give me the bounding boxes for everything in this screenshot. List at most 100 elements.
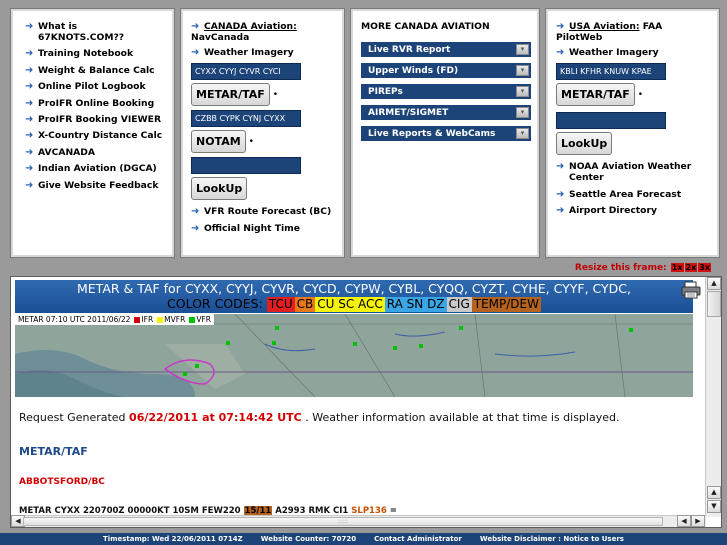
link-proifr-booking-viewer[interactable]: ➜ ProIFR Booking VIEWER (25, 114, 164, 125)
right-arrow-icon: ➜ (191, 222, 200, 234)
legend-ifr: IFR (141, 315, 154, 324)
link-weight-balance-calc[interactable]: ➜ Weight & Balance Calc (25, 65, 164, 76)
right-arrow-icon: ➜ (25, 21, 34, 32)
link-online-pilot-logbook[interactable]: ➜ Online Pilot Logbook (25, 81, 164, 92)
usa-aviation-panel: ➜ USA Aviation: FAA PilotWeb ➜ Weather Ima… (545, 8, 720, 258)
link-indian-aviation[interactable]: ➜ Indian Aviation (DGCA) (25, 163, 164, 174)
select-live-reports-webcams[interactable]: Live Reports & WebCams ▾ (361, 126, 531, 141)
request-datetime: 06/22/2011 at 07:14:42 UTC (129, 411, 302, 424)
link-give-feedback[interactable]: ➜ Give Website Feedback (25, 180, 164, 191)
select-airmet-sigmet[interactable]: AIRMET/SIGMET ▾ (361, 105, 531, 120)
link-weather-imagery-canada[interactable]: ➜ Weather Imagery (191, 47, 334, 58)
link-noaa-aviation-weather[interactable]: ➜ NOAA Aviation Weather Center (556, 161, 709, 183)
link-proifr-online-booking[interactable]: ➜ ProIFR Online Booking (25, 98, 164, 109)
chevron-down-icon: ▾ (516, 107, 529, 118)
usa-metar-input[interactable] (556, 63, 666, 81)
link-usa-aviation[interactable]: ➜ USA Aviation: FAA (556, 21, 709, 32)
vfr-swatch (189, 316, 196, 323)
scroll-up-icon[interactable]: ▲ (707, 486, 721, 499)
canada-aviation-panel: ➜ CANADA Aviation: NavCanada ➜ Weather Ima… (180, 8, 345, 258)
more-canada-aviation-panel: MORE CANADA AVIATION Live RVR Report ▾ Up… (350, 8, 540, 258)
right-arrow-icon: ➜ (25, 130, 34, 142)
weather-report-frame: METAR & TAF for CYXX, CYYJ, CYVR, CYCD, … (10, 276, 722, 528)
map-legend: METAR 07:10 UTC 2011/06/22 IFR MVFR VFR (15, 314, 214, 325)
usa-lookup-button[interactable]: LookUp (556, 132, 613, 156)
footer-timestamp: Timestamp: Wed 22/06/2011 0714Z (103, 535, 243, 543)
select-live-rvr-report[interactable]: Live RVR Report ▾ (361, 42, 531, 57)
code-cb: CB (294, 297, 316, 312)
printer-icon[interactable] (681, 281, 701, 299)
chevron-down-icon: ▾ (516, 44, 529, 55)
footer-disclaimer-link[interactable]: Website Disclaimer : Notice to Users (480, 535, 624, 543)
usa-metar-taf-button[interactable]: METAR/TAF (556, 83, 635, 107)
canada-notam-button[interactable]: NOTAM (191, 130, 246, 154)
request-generated-line: Request Generated 06/22/2011 at 07:14:42… (19, 411, 620, 424)
usa-lookup-input[interactable] (556, 112, 666, 130)
horizontal-scrollbar[interactable]: ◀ ::::: ◀ ▶ (11, 515, 706, 527)
report-banner: METAR & TAF for CYXX, CYYJ, CYVR, CYCD, … (15, 280, 693, 313)
link-vfr-route-forecast[interactable]: ➜ VFR Route Forecast (BC) (191, 206, 334, 217)
color-codes-label: COLOR CODES: (167, 296, 263, 311)
select-pireps[interactable]: PIREPs ▾ (361, 84, 531, 99)
link-xcountry-distance-calc[interactable]: ➜ X-Country Distance Calc (25, 130, 164, 141)
right-arrow-icon: ➜ (25, 48, 34, 60)
right-arrow-icon: ➜ (25, 163, 34, 175)
footer-counter: Website Counter: 70720 (260, 535, 357, 543)
scroll-right-icon[interactable]: ▶ (691, 515, 705, 527)
right-arrow-icon: ➜ (25, 64, 34, 76)
link-seattle-area-forecast[interactable]: ➜ Seattle Area Forecast (556, 189, 709, 200)
resize-frame-row: Resize this frame: 1x 2x 3x (0, 263, 727, 275)
ifr-swatch (134, 316, 141, 323)
canada-metar-input[interactable] (191, 63, 301, 81)
color-codes-row: COLOR CODES: TCU CB CU SC ACC RA SN DZ CIG TE… (15, 296, 693, 312)
right-arrow-icon: ➜ (556, 47, 565, 58)
right-arrow-icon: ➜ (556, 205, 565, 217)
chevron-down-icon: ▾ (516, 86, 529, 97)
link-canada-aviation[interactable]: ➜ CANADA Aviation: (191, 21, 334, 32)
scroll-left-icon[interactable]: ◀ (677, 515, 691, 527)
link-official-night-time[interactable]: ➜ Official Night Time (191, 223, 334, 234)
link-what-is-67knots[interactable]: ➜ What is 67KNOTS.COM?? (25, 21, 164, 43)
report-title: METAR & TAF for CYXX, CYYJ, CYVR, CYCD, … (77, 281, 631, 296)
station-name: ABBOTSFORD/BC (19, 477, 105, 487)
scroll-down-icon[interactable]: ▼ (707, 500, 721, 513)
chevron-down-icon: ▾ (516, 128, 529, 139)
right-arrow-icon: ➜ (25, 113, 34, 125)
right-arrow-icon: ➜ (191, 206, 200, 218)
canada-lookup-input[interactable] (191, 157, 301, 175)
legend-mvfr: MVFR (164, 315, 186, 324)
more-canada-title: MORE CANADA AVIATION (361, 21, 490, 32)
canada-lookup-button[interactable]: LookUp (191, 177, 248, 201)
footer-contact-link[interactable]: Contact Administrator (374, 535, 462, 543)
right-arrow-icon: ➜ (556, 21, 565, 32)
select-upper-winds[interactable]: Upper Winds (FD) ▾ (361, 63, 531, 78)
link-avcanada[interactable]: ➜ AVCANADA (25, 147, 164, 158)
legend-vfr: VFR (196, 315, 211, 324)
right-arrow-icon: ➜ (25, 179, 34, 191)
resize-3x-button[interactable]: 3x (698, 263, 711, 272)
pilotweb-label: PilotWeb (556, 32, 603, 43)
chevron-down-icon: ▾ (516, 65, 529, 76)
scroll-up-icon[interactable]: ▲ (707, 277, 721, 290)
right-arrow-icon: ➜ (556, 161, 565, 173)
right-arrow-icon: ➜ (25, 97, 34, 109)
right-arrow-icon: ➜ (556, 188, 565, 200)
vertical-scrollbar[interactable]: ▲ ▲ ▼ (705, 277, 721, 517)
resize-label: Resize this frame: (574, 263, 667, 273)
vertical-scroll-thumb[interactable] (707, 291, 721, 317)
canada-notam-input[interactable] (191, 110, 301, 128)
code-cu-sc-acc: CU SC ACC (315, 297, 385, 312)
resize-1x-button[interactable]: 1x (670, 263, 684, 272)
code-tcu: TCU (266, 297, 295, 312)
link-weather-imagery-usa[interactable]: ➜ Weather Imagery (556, 47, 709, 58)
canada-metar-taf-button[interactable]: METAR/TAF (191, 83, 270, 107)
quick-links-panel: ➜ What is 67KNOTS.COM?? ➜ Training Noteboo… (10, 8, 175, 258)
link-airport-directory[interactable]: ➜ Airport Directory (556, 205, 709, 216)
mvfr-swatch (157, 316, 164, 323)
right-arrow-icon: ➜ (191, 21, 200, 32)
link-training-notebook[interactable]: ➜ Training Notebook (25, 48, 164, 59)
right-arrow-icon: ➜ (25, 81, 34, 93)
code-cig: CIG (446, 297, 472, 312)
horizontal-scroll-thumb[interactable]: ::::: (23, 517, 663, 526)
resize-2x-button[interactable]: 2x (684, 263, 698, 272)
